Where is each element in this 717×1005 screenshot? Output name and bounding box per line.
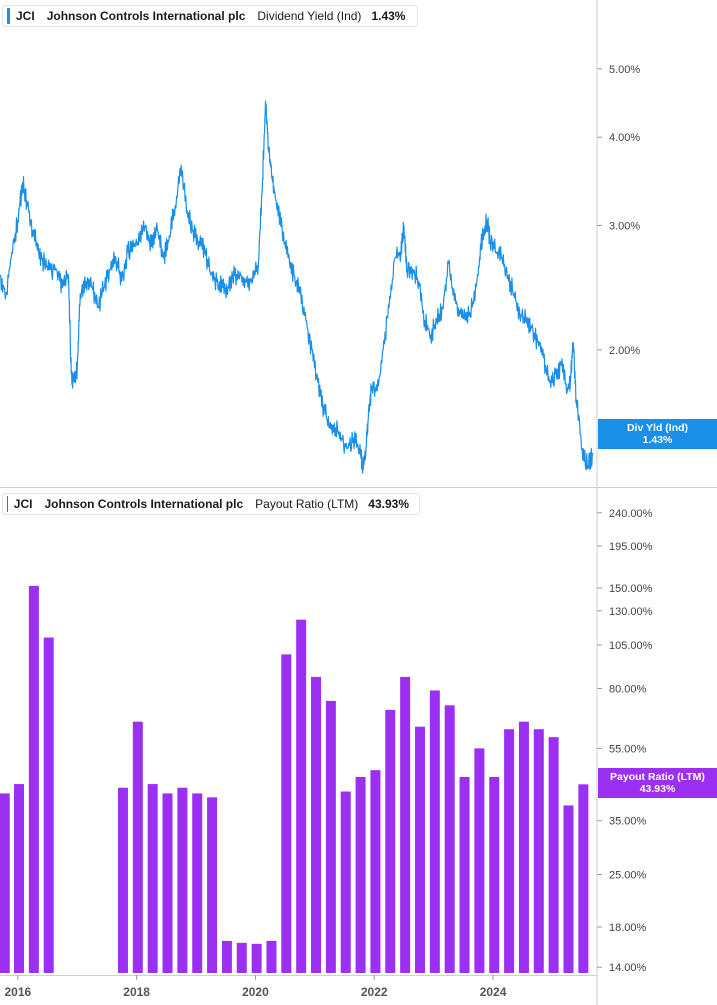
dividend-yield-line — [0, 100, 594, 474]
x-tick-label: 2024 — [480, 985, 507, 999]
payout-bar — [207, 797, 218, 973]
payout-bar — [444, 705, 455, 973]
payout-bar — [370, 770, 381, 973]
bottom-legend-ticker: JCI — [13, 497, 33, 511]
payout-bar — [266, 940, 277, 973]
bottom-y-tick-label: 25.00% — [609, 869, 647, 881]
payout-bar — [296, 619, 307, 973]
payout-bar — [518, 721, 529, 973]
payout-bar — [221, 940, 232, 973]
payout-bar — [0, 793, 10, 973]
bottom-y-tick-label: 105.00% — [609, 640, 653, 652]
payout-bar — [578, 784, 589, 973]
x-tick-label: 2016 — [4, 985, 31, 999]
payout-bar — [340, 791, 351, 973]
payout-bar — [355, 776, 366, 973]
bottom-legend: JCI Johnson Controls International plc P… — [2, 493, 420, 515]
payout-bar — [429, 690, 440, 973]
payout-bar — [117, 787, 128, 973]
bottom-y-tick-label: 18.00% — [609, 922, 647, 934]
payout-bar — [563, 805, 574, 973]
payout-bar — [177, 787, 188, 973]
bottom-legend-metric: Payout Ratio (LTM) — [255, 497, 359, 511]
payout-bar — [162, 793, 173, 973]
payout-bar — [489, 776, 500, 973]
bottom-y-tick-label: 150.00% — [609, 583, 653, 595]
payout-bar — [400, 676, 411, 973]
top-y-tick-label: 3.00% — [609, 220, 640, 232]
top-legend-swatch — [7, 8, 10, 24]
bottom-y-tick-label: 80.00% — [609, 683, 647, 695]
x-tick-label: 2018 — [123, 985, 150, 999]
top-tag-value: 1.43% — [642, 434, 673, 446]
top-legend: JCI Johnson Controls International plc D… — [2, 5, 418, 27]
bottom-tag-value: 43.93% — [639, 783, 676, 795]
top-y-tick-label: 4.00% — [609, 132, 640, 144]
top-tag-label: Div Yld (Ind) — [626, 422, 689, 434]
bottom-y-tick-label: 55.00% — [609, 743, 647, 755]
payout-bar — [281, 654, 292, 973]
bottom-y-tick-label: 35.00% — [609, 816, 647, 828]
top-value-tag: Div Yld (Ind) 1.43% — [598, 419, 717, 449]
bottom-y-tick-label: 195.00% — [609, 541, 653, 553]
bottom-value-tag: Payout Ratio (LTM) 43.93% — [598, 768, 717, 798]
payout-bar — [14, 784, 25, 973]
payout-bar — [533, 729, 544, 973]
bottom-y-tick-label: 130.00% — [609, 606, 653, 618]
bottom-legend-swatch — [7, 496, 8, 512]
payout-bar — [236, 942, 247, 973]
bottom-legend-company: Johnson Controls International plc — [44, 497, 244, 511]
payout-bar — [548, 737, 559, 973]
payout-bar — [325, 700, 336, 973]
x-tick-label: 2020 — [242, 985, 269, 999]
payout-bar — [459, 776, 470, 973]
payout-bar — [414, 726, 425, 973]
top-legend-company: Johnson Controls International plc — [46, 9, 246, 23]
top-y-tick-label: 2.00% — [609, 345, 640, 357]
x-tick-label: 2022 — [361, 985, 388, 999]
payout-bar — [311, 676, 322, 973]
payout-bar — [385, 709, 396, 973]
payout-bar — [28, 585, 39, 973]
payout-bar — [132, 721, 143, 973]
bottom-y-tick-label: 14.00% — [609, 962, 647, 974]
payout-bar — [504, 729, 515, 973]
top-legend-ticker: JCI — [16, 9, 35, 23]
bottom-y-tick-label: 240.00% — [609, 508, 653, 520]
payout-bar — [251, 943, 262, 973]
payout-bar — [147, 784, 158, 973]
payout-bar — [474, 748, 485, 973]
bottom-tag-label: Payout Ratio (LTM) — [610, 771, 705, 783]
payout-bar — [43, 637, 54, 973]
bottom-legend-value: 43.93% — [368, 497, 409, 511]
top-legend-value: 1.43% — [371, 9, 406, 23]
payout-bar — [192, 793, 203, 973]
top-y-tick-label: 5.00% — [609, 64, 640, 76]
top-legend-metric: Dividend Yield (Ind) — [257, 9, 362, 23]
